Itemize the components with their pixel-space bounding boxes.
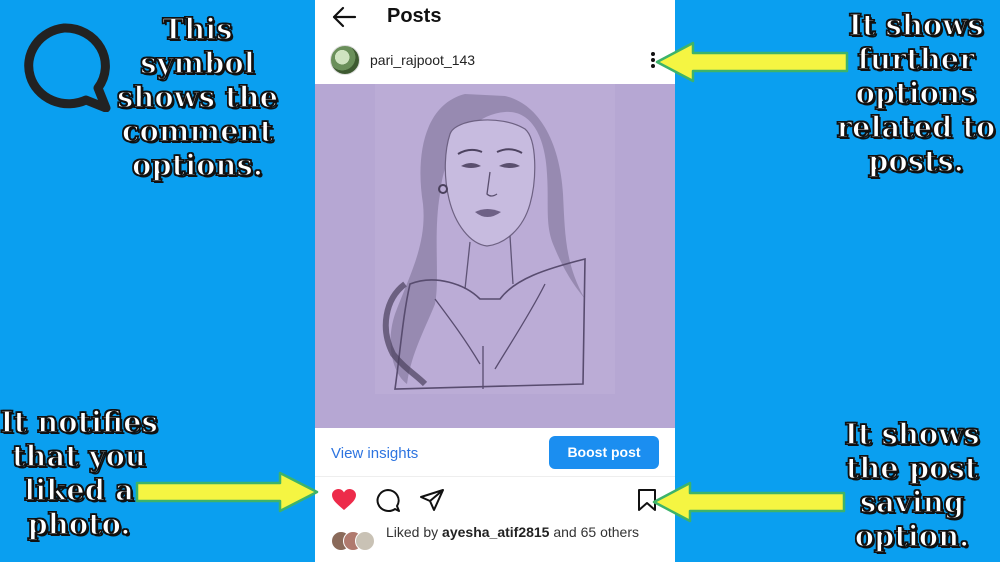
arrow-pointing-to-heart [135, 471, 319, 513]
comment-annotation: This symbol shows the comment options. [116, 11, 279, 183]
top-bar: Posts [315, 0, 675, 36]
share-icon[interactable] [419, 488, 445, 512]
boost-post-button[interactable]: Boost post [549, 436, 659, 469]
avatar[interactable] [330, 45, 360, 75]
arrow-pointing-to-options [655, 41, 849, 83]
insights-row: View insights Boost post [315, 428, 675, 477]
liker-avatars [331, 531, 381, 551]
options-annotation: It shows further options related to post… [836, 7, 996, 179]
likes-summary[interactable]: Liked by ayesha_atif2815 and 65 others [315, 522, 675, 562]
save-annotation: It shows the post saving option. [844, 416, 981, 554]
page-title: Posts [387, 5, 442, 27]
post-username[interactable]: pari_rajpoot_143 [370, 52, 475, 68]
comment-icon[interactable] [375, 488, 401, 514]
liked-username[interactable]: ayesha_atif2815 [442, 524, 549, 540]
instagram-post-screen: Posts pari_rajpoot_143 View insights Boo… [315, 0, 675, 562]
liked-suffix: and 65 others [553, 524, 639, 540]
post-photo[interactable] [315, 84, 675, 428]
arrow-left-icon[interactable] [331, 6, 357, 28]
post-header: pari_rajpoot_143 [315, 40, 675, 82]
arrow-pointing-to-bookmark [652, 481, 846, 523]
comment-bubble-illustration-icon [24, 23, 111, 112]
view-insights-link[interactable]: View insights [331, 445, 418, 462]
post-actions [315, 478, 675, 522]
pencil-sketch-image [315, 84, 675, 428]
liked-by-text: Liked by ayesha_atif2815 and 65 others [386, 523, 666, 542]
avatar [355, 531, 375, 551]
heart-filled-icon[interactable] [331, 488, 357, 512]
liked-prefix: Liked by [386, 524, 439, 540]
